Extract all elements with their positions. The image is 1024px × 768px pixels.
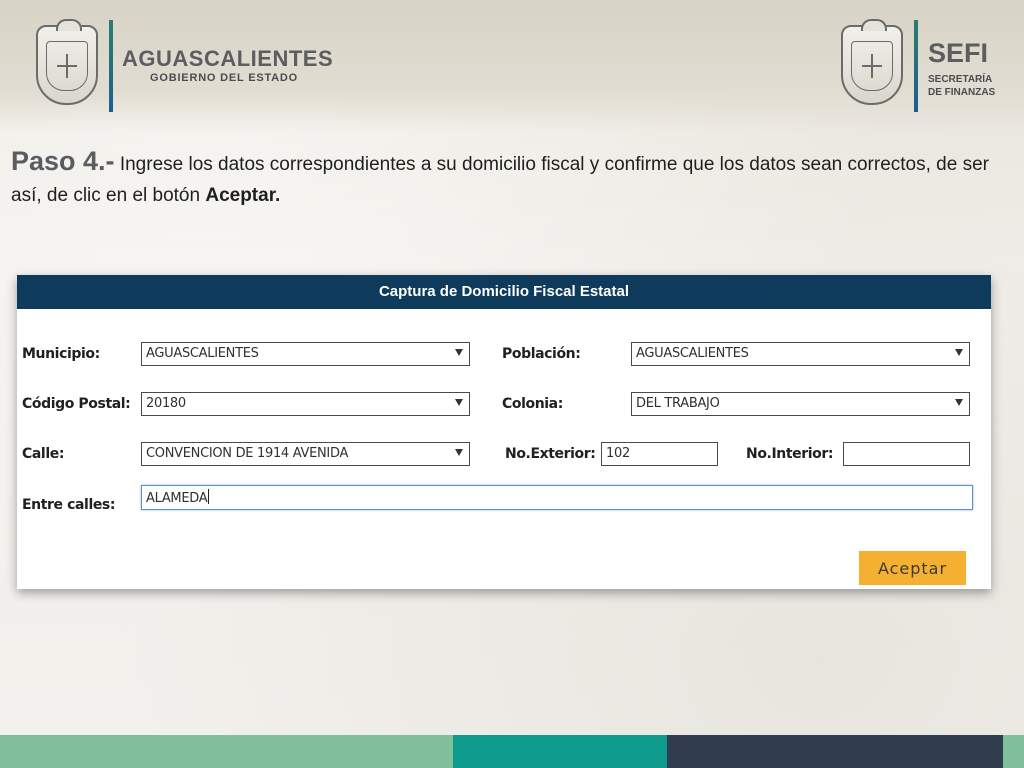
footer-bars	[0, 735, 1024, 768]
footer-bar-green	[0, 735, 453, 768]
calle-value: CONVENCION DE 1914 AVENIDA	[146, 446, 349, 461]
codigo-postal-select[interactable]: 20180	[141, 392, 470, 416]
chevron-down-icon	[955, 399, 963, 406]
colonia-label: Colonia:	[502, 396, 563, 412]
entre-calles-value: ALAMEDA	[146, 491, 208, 506]
entre-calles-label: Entre calles:	[22, 497, 116, 513]
no-exterior-label: No.Exterior:	[505, 446, 596, 462]
poblacion-value: AGUASCALIENTES	[636, 346, 749, 361]
municipio-label: Municipio:	[22, 346, 100, 362]
codigo-postal-value: 20180	[146, 396, 186, 411]
colonia-value: DEL TRABAJO	[636, 396, 720, 411]
entre-calles-input[interactable]: ALAMEDA	[141, 485, 973, 510]
right-brand-subtitle-2: DE FINANZAS	[928, 87, 996, 98]
right-brand-subtitle-1: SECRETARÍA	[928, 74, 993, 85]
instruction-body: Ingrese los datos correspondientes a su …	[11, 154, 989, 206]
left-divider	[109, 20, 113, 112]
no-interior-label: No.Interior:	[746, 446, 834, 462]
footer-bar-green-end	[1003, 735, 1024, 768]
municipio-select[interactable]: AGUASCALIENTES	[141, 342, 470, 366]
footer-bar-navy	[667, 735, 1003, 768]
calle-select[interactable]: CONVENCION DE 1914 AVENIDA	[141, 442, 470, 466]
aceptar-button[interactable]: Aceptar	[859, 551, 966, 585]
poblacion-select[interactable]: AGUASCALIENTES	[631, 342, 970, 366]
right-divider	[914, 20, 918, 112]
chevron-down-icon	[455, 399, 463, 406]
left-brand-subtitle: GOBIERNO DEL ESTADO	[150, 72, 299, 84]
codigo-postal-label: Código Postal:	[22, 396, 131, 412]
step-label: Paso 4.-	[11, 146, 115, 176]
sefi-seal-icon	[841, 19, 903, 105]
domicilio-form-panel: Captura de Domicilio Fiscal Estatal Muni…	[17, 275, 991, 589]
instruction-bold-word: Aceptar.	[205, 185, 281, 206]
footer-bar-teal	[453, 735, 667, 768]
no-exterior-input[interactable]: 102	[601, 442, 718, 466]
chevron-down-icon	[455, 449, 463, 456]
chevron-down-icon	[955, 349, 963, 356]
left-brand-title: AGUASCALIENTES	[122, 46, 334, 71]
state-seal-icon	[36, 19, 98, 105]
colonia-select[interactable]: DEL TRABAJO	[631, 392, 970, 416]
calle-label: Calle:	[22, 446, 65, 462]
instruction-text: Paso 4.- Ingrese los datos correspondien…	[11, 146, 1011, 211]
no-interior-input[interactable]	[843, 442, 970, 466]
chevron-down-icon	[455, 349, 463, 356]
poblacion-label: Población:	[502, 346, 581, 362]
right-brand-title: SEFI	[928, 38, 989, 68]
text-cursor	[208, 489, 210, 504]
municipio-value: AGUASCALIENTES	[146, 346, 259, 361]
form-title: Captura de Domicilio Fiscal Estatal	[17, 275, 991, 309]
